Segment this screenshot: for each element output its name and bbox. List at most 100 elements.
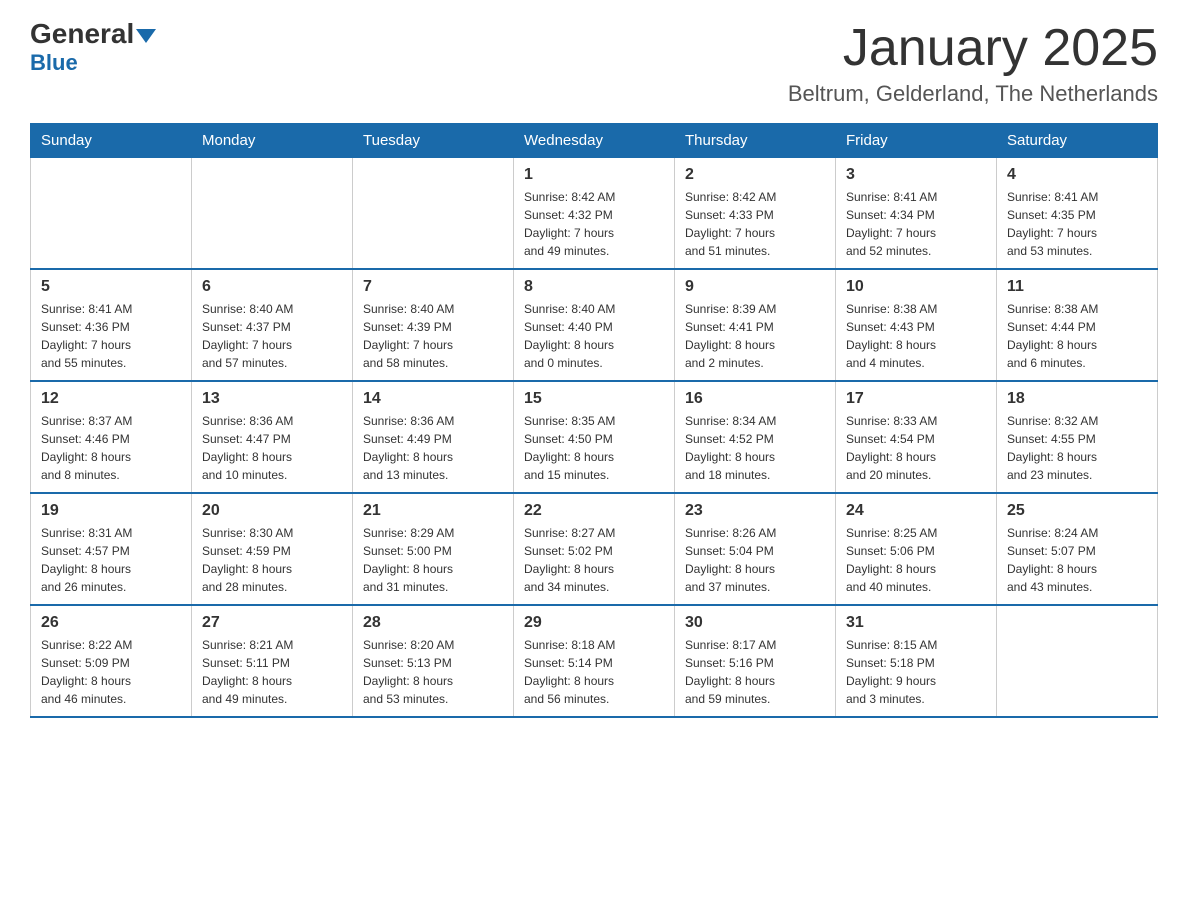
calendar-cell: 13 Sunrise: 8:36 AMSunset: 4:47 PMDayligh…	[192, 381, 353, 493]
calendar-header-row: SundayMondayTuesdayWednesdayThursdayFrid…	[31, 124, 1158, 158]
calendar-week-row: 1Sunrise: 8:42 AMSunset: 4:32 PMDaylight…	[31, 158, 1158, 270]
calendar-cell: 17 Sunrise: 8:33 AMSunset: 4:54 PMDayligh…	[836, 381, 997, 493]
day-number: 19	[41, 502, 181, 520]
calendar-cell: 19Sunrise: 8:31 AMSunset: 4:57 PMDayligh…	[31, 493, 192, 605]
day-number: 7	[363, 278, 503, 296]
calendar-cell: 8Sunrise: 8:40 AMSunset: 4:40 PMDaylight…	[514, 269, 675, 381]
day-info: Sunrise: 8:40 AMSunset: 4:37 PMDaylight:…	[202, 300, 342, 372]
day-info: Sunrise: 8:42 AMSunset: 4:33 PMDaylight:…	[685, 188, 825, 260]
day-info: Sunrise: 8:35 AMSunset: 4:50 PMDaylight:…	[524, 412, 664, 484]
calendar-table: SundayMondayTuesdayWednesdayThursdayFrid…	[30, 123, 1158, 718]
day-info: Sunrise: 8:41 AMSunset: 4:34 PMDaylight:…	[846, 188, 986, 260]
day-info: Sunrise: 8:15 AMSunset: 5:18 PMDaylight:…	[846, 636, 986, 708]
calendar-cell: 22Sunrise: 8:27 AMSunset: 5:02 PMDayligh…	[514, 493, 675, 605]
calendar-cell: 21Sunrise: 8:29 AMSunset: 5:00 PMDayligh…	[353, 493, 514, 605]
day-info: Sunrise: 8:33 AMSunset: 4:54 PMDaylight:…	[846, 412, 986, 484]
calendar-cell: 12 Sunrise: 8:37 AMSunset: 4:46 PMDayligh…	[31, 381, 192, 493]
calendar-cell	[997, 605, 1158, 717]
day-number: 27	[202, 614, 342, 632]
calendar-cell: 29 Sunrise: 8:18 AMSunset: 5:14 PMDayligh…	[514, 605, 675, 717]
calendar-cell: 26Sunrise: 8:22 AMSunset: 5:09 PMDayligh…	[31, 605, 192, 717]
calendar-cell: 18Sunrise: 8:32 AMSunset: 4:55 PMDayligh…	[997, 381, 1158, 493]
day-info: Sunrise: 8:36 AMSunset: 4:47 PMDaylight:…	[202, 412, 342, 484]
day-number: 16	[685, 390, 825, 408]
column-header-saturday: Saturday	[997, 124, 1158, 158]
day-number: 21	[363, 502, 503, 520]
column-header-wednesday: Wednesday	[514, 124, 675, 158]
day-info: Sunrise: 8:21 AMSunset: 5:11 PMDaylight:…	[202, 636, 342, 708]
calendar-cell: 24 Sunrise: 8:25 AMSunset: 5:06 PMDayligh…	[836, 493, 997, 605]
day-number: 29	[524, 614, 664, 632]
day-info: Sunrise: 8:25 AMSunset: 5:06 PMDaylight:…	[846, 524, 986, 596]
calendar-cell: 7 Sunrise: 8:40 AMSunset: 4:39 PMDaylight…	[353, 269, 514, 381]
calendar-cell: 5Sunrise: 8:41 AMSunset: 4:36 PMDaylight…	[31, 269, 192, 381]
title-block: January 2025 Beltrum, Gelderland, The Ne…	[788, 20, 1158, 107]
day-info: Sunrise: 8:30 AMSunset: 4:59 PMDaylight:…	[202, 524, 342, 596]
calendar-week-row: 26Sunrise: 8:22 AMSunset: 5:09 PMDayligh…	[31, 605, 1158, 717]
day-number: 5	[41, 278, 181, 296]
day-number: 3	[846, 166, 986, 184]
day-info: Sunrise: 8:17 AMSunset: 5:16 PMDaylight:…	[685, 636, 825, 708]
calendar-cell: 10 Sunrise: 8:38 AMSunset: 4:43 PMDayligh…	[836, 269, 997, 381]
day-info: Sunrise: 8:24 AMSunset: 5:07 PMDaylight:…	[1007, 524, 1147, 596]
calendar-cell	[192, 158, 353, 270]
day-info: Sunrise: 8:36 AMSunset: 4:49 PMDaylight:…	[363, 412, 503, 484]
calendar-week-row: 5Sunrise: 8:41 AMSunset: 4:36 PMDaylight…	[31, 269, 1158, 381]
day-number: 23	[685, 502, 825, 520]
calendar-cell: 14 Sunrise: 8:36 AMSunset: 4:49 PMDayligh…	[353, 381, 514, 493]
day-number: 11	[1007, 278, 1147, 296]
calendar-cell: 16 Sunrise: 8:34 AMSunset: 4:52 PMDayligh…	[675, 381, 836, 493]
day-info: Sunrise: 8:39 AMSunset: 4:41 PMDaylight:…	[685, 300, 825, 372]
day-info: Sunrise: 8:27 AMSunset: 5:02 PMDaylight:…	[524, 524, 664, 596]
day-info: Sunrise: 8:22 AMSunset: 5:09 PMDaylight:…	[41, 636, 181, 708]
day-number: 10	[846, 278, 986, 296]
day-info: Sunrise: 8:20 AMSunset: 5:13 PMDaylight:…	[363, 636, 503, 708]
day-number: 20	[202, 502, 342, 520]
calendar-week-row: 12 Sunrise: 8:37 AMSunset: 4:46 PMDayligh…	[31, 381, 1158, 493]
day-number: 30	[685, 614, 825, 632]
calendar-cell: 4 Sunrise: 8:41 AMSunset: 4:35 PMDaylight…	[997, 158, 1158, 270]
calendar-cell: 31Sunrise: 8:15 AMSunset: 5:18 PMDayligh…	[836, 605, 997, 717]
calendar-cell	[353, 158, 514, 270]
calendar-cell: 6Sunrise: 8:40 AMSunset: 4:37 PMDaylight…	[192, 269, 353, 381]
day-info: Sunrise: 8:34 AMSunset: 4:52 PMDaylight:…	[685, 412, 825, 484]
logo: General Blue	[30, 20, 156, 76]
day-info: Sunrise: 8:38 AMSunset: 4:44 PMDaylight:…	[1007, 300, 1147, 372]
day-info: Sunrise: 8:40 AMSunset: 4:39 PMDaylight:…	[363, 300, 503, 372]
calendar-cell: 3 Sunrise: 8:41 AMSunset: 4:34 PMDaylight…	[836, 158, 997, 270]
day-info: Sunrise: 8:37 AMSunset: 4:46 PMDaylight:…	[41, 412, 181, 484]
column-header-tuesday: Tuesday	[353, 124, 514, 158]
calendar-cell: 27 Sunrise: 8:21 AMSunset: 5:11 PMDayligh…	[192, 605, 353, 717]
day-info: Sunrise: 8:41 AMSunset: 4:35 PMDaylight:…	[1007, 188, 1147, 260]
day-number: 25	[1007, 502, 1147, 520]
calendar-week-row: 19Sunrise: 8:31 AMSunset: 4:57 PMDayligh…	[31, 493, 1158, 605]
day-info: Sunrise: 8:38 AMSunset: 4:43 PMDaylight:…	[846, 300, 986, 372]
calendar-cell: 9 Sunrise: 8:39 AMSunset: 4:41 PMDaylight…	[675, 269, 836, 381]
calendar-cell: 1Sunrise: 8:42 AMSunset: 4:32 PMDaylight…	[514, 158, 675, 270]
month-title: January 2025	[788, 20, 1158, 77]
location-subtitle: Beltrum, Gelderland, The Netherlands	[788, 81, 1158, 107]
logo-sub-text: Blue	[30, 50, 78, 76]
calendar-cell: 11 Sunrise: 8:38 AMSunset: 4:44 PMDayligh…	[997, 269, 1158, 381]
calendar-cell: 30 Sunrise: 8:17 AMSunset: 5:16 PMDayligh…	[675, 605, 836, 717]
logo-triangle-icon	[136, 29, 156, 43]
column-header-sunday: Sunday	[31, 124, 192, 158]
day-info: Sunrise: 8:18 AMSunset: 5:14 PMDaylight:…	[524, 636, 664, 708]
logo-main-text: General	[30, 20, 156, 48]
calendar-cell	[31, 158, 192, 270]
column-header-monday: Monday	[192, 124, 353, 158]
day-number: 12	[41, 390, 181, 408]
day-number: 28	[363, 614, 503, 632]
day-number: 17	[846, 390, 986, 408]
day-number: 8	[524, 278, 664, 296]
day-number: 13	[202, 390, 342, 408]
calendar-cell: 28 Sunrise: 8:20 AMSunset: 5:13 PMDayligh…	[353, 605, 514, 717]
day-number: 9	[685, 278, 825, 296]
calendar-cell: 15Sunrise: 8:35 AMSunset: 4:50 PMDayligh…	[514, 381, 675, 493]
day-number: 18	[1007, 390, 1147, 408]
calendar-cell: 25 Sunrise: 8:24 AMSunset: 5:07 PMDayligh…	[997, 493, 1158, 605]
day-info: Sunrise: 8:42 AMSunset: 4:32 PMDaylight:…	[524, 188, 664, 260]
day-number: 14	[363, 390, 503, 408]
day-number: 24	[846, 502, 986, 520]
day-number: 4	[1007, 166, 1147, 184]
